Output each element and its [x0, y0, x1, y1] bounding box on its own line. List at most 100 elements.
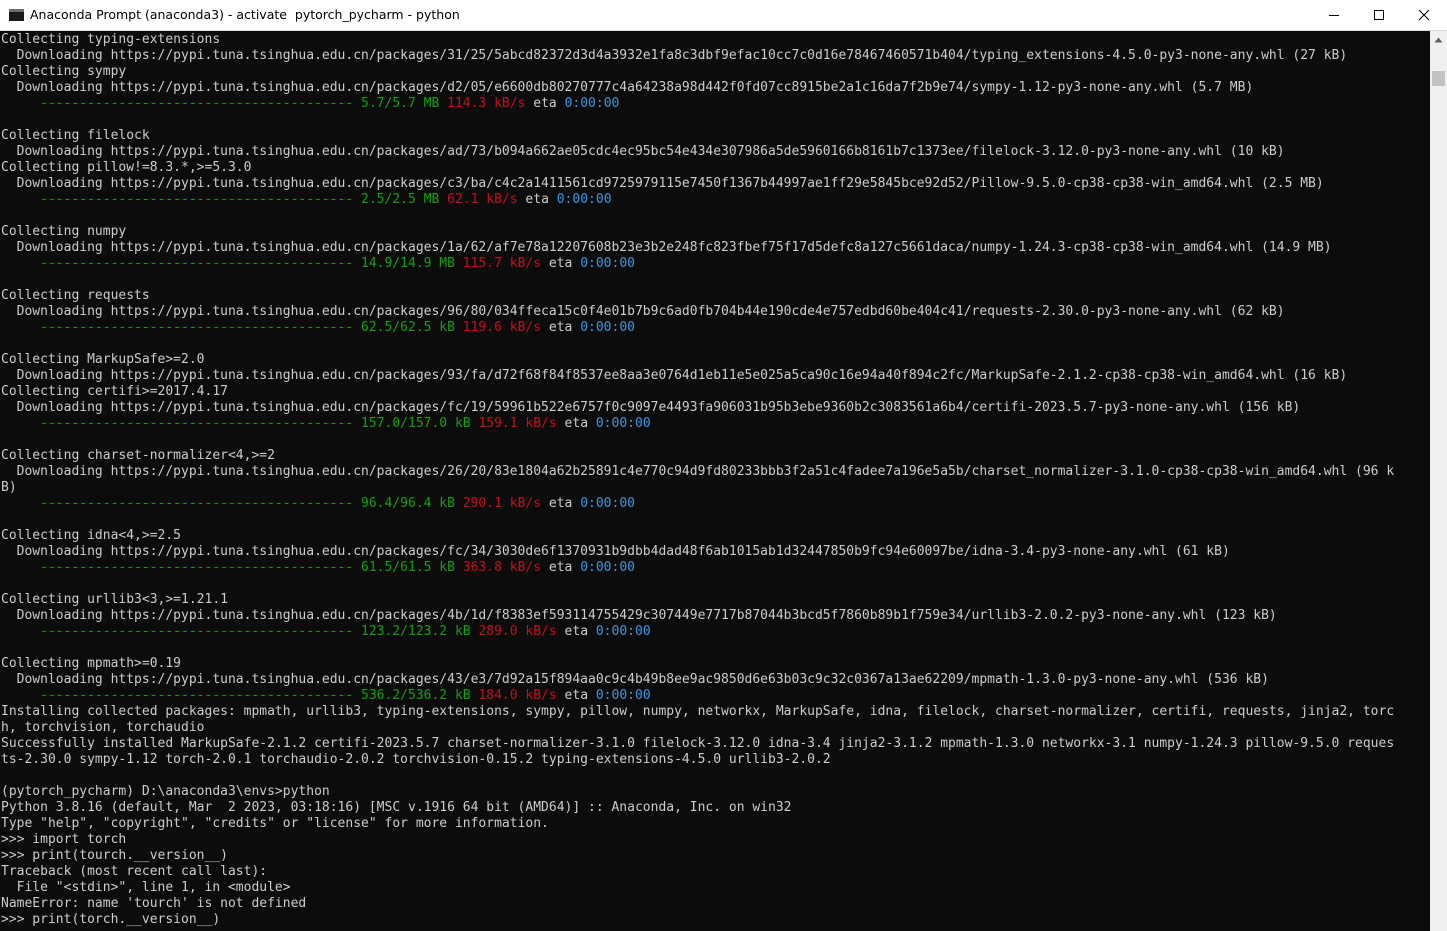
- console-line: Downloading https://pypi.tuna.tsinghua.e…: [1, 672, 1269, 687]
- window-title: Anaconda Prompt (anaconda3) - activate p…: [30, 7, 460, 22]
- console-line: Collecting sympy: [1, 64, 127, 79]
- eta-time: 0:00:00: [580, 256, 635, 271]
- console-line: Downloading https://pypi.tuna.tsinghua.e…: [1, 48, 1348, 63]
- eta-label: eta: [517, 192, 557, 207]
- progress-line: ----------------------------------------…: [1, 688, 1429, 704]
- eta-time: 0:00:00: [580, 560, 635, 575]
- console-line: Traceback (most recent call last):: [1, 864, 268, 879]
- title-bar[interactable]: Anaconda Prompt (anaconda3) - activate p…: [0, 0, 1447, 31]
- terminal-window: Anaconda Prompt (anaconda3) - activate p…: [0, 0, 1447, 931]
- download-speed: 62.1 kB/s: [447, 192, 518, 207]
- close-button[interactable]: [1401, 0, 1447, 30]
- download-size: 536.2/536.2 kB: [361, 688, 471, 703]
- console-line: Collecting charset-normalizer<4,>=2: [1, 448, 275, 463]
- console-line: >>> import torch: [1, 832, 127, 847]
- eta-time: 0:00:00: [564, 96, 620, 111]
- download-size: 62.5/62.5 kB: [361, 320, 455, 335]
- eta-label: eta: [556, 688, 596, 703]
- minimize-icon: [1329, 15, 1339, 16]
- eta-time: 0:00:00: [595, 624, 651, 639]
- scroll-up-button[interactable]: [1430, 31, 1447, 48]
- console-line: Python 3.8.16 (default, Mar 2 2023, 03:1…: [1, 800, 792, 815]
- console-line: Downloading https://pypi.tuna.tsinghua.e…: [1, 304, 1285, 319]
- console-line: Downloading https://pypi.tuna.tsinghua.e…: [1, 176, 1324, 191]
- eta-label: eta: [541, 320, 581, 335]
- progress-line: ----------------------------------------…: [1, 560, 1429, 576]
- progress-bar: ----------------------------------------: [1, 320, 362, 335]
- console-line: Downloading https://pypi.tuna.tsinghua.e…: [1, 80, 1254, 95]
- console-line: File "<stdin>", line 1, in <module>: [1, 880, 291, 895]
- scroll-thumb[interactable]: [1432, 71, 1445, 86]
- console-line: Successfully installed MarkupSafe-2.1.2 …: [1, 736, 1395, 751]
- eta-label: eta: [525, 96, 565, 111]
- download-size: 2.5/2.5 MB: [361, 192, 440, 207]
- maximize-button[interactable]: [1356, 0, 1402, 30]
- progress-line: ----------------------------------------…: [1, 320, 1429, 336]
- download-speed: 119.6 kB/s: [462, 320, 542, 335]
- console-line: B): [1, 480, 17, 495]
- console-line: Collecting urllib3<3,>=1.21.1: [1, 592, 228, 607]
- console-line: Downloading https://pypi.tuna.tsinghua.e…: [1, 544, 1230, 559]
- console-line: Collecting idna<4,>=2.5: [1, 528, 182, 543]
- eta-time: 0:00:00: [556, 192, 612, 207]
- download-size: 123.2/123.2 kB: [361, 624, 471, 639]
- minimize-button[interactable]: [1311, 0, 1357, 30]
- download-speed: 290.1 kB/s: [462, 496, 542, 511]
- console-line: Collecting certifi>=2017.4.17: [1, 384, 228, 399]
- console-line: Collecting requests: [1, 288, 150, 303]
- eta-label: eta: [541, 560, 581, 575]
- console-line: Downloading https://pypi.tuna.tsinghua.e…: [1, 144, 1285, 159]
- download-speed: 115.7 kB/s: [462, 256, 542, 271]
- console-line: Downloading https://pypi.tuna.tsinghua.e…: [1, 608, 1277, 623]
- progress-line: ----------------------------------------…: [1, 496, 1429, 512]
- progress-bar: ----------------------------------------: [1, 560, 362, 575]
- vertical-scrollbar[interactable]: [1430, 31, 1447, 931]
- download-speed: 289.0 kB/s: [478, 624, 557, 639]
- console-line: Collecting mpmath>=0.19: [1, 656, 182, 671]
- download-speed: 363.8 kB/s: [462, 560, 542, 575]
- console-line: Collecting numpy: [1, 224, 127, 239]
- console-line: >>> print(tourch.__version__): [1, 848, 228, 863]
- maximize-icon: [1374, 10, 1384, 20]
- progress-bar: ----------------------------------------: [1, 624, 362, 639]
- progress-line: ----------------------------------------…: [1, 416, 1429, 432]
- eta-label: eta: [556, 416, 596, 431]
- console-line: Type "help", "copyright", "credits" or "…: [1, 816, 549, 831]
- download-size: 157.0/157.0 kB: [361, 416, 471, 431]
- console-output[interactable]: Collecting typing-extensions Downloading…: [1, 32, 1429, 927]
- console-line: Collecting pillow!=8.3.*,>=5.3.0: [1, 160, 252, 175]
- console-line: Downloading https://pypi.tuna.tsinghua.e…: [1, 240, 1332, 255]
- progress-line: ----------------------------------------…: [1, 192, 1429, 208]
- progress-bar: ----------------------------------------: [1, 96, 362, 111]
- console-line: Downloading https://pypi.tuna.tsinghua.e…: [1, 368, 1348, 383]
- progress-bar: ----------------------------------------: [1, 192, 362, 207]
- close-icon: [1418, 9, 1430, 21]
- console-line: Collecting filelock: [1, 128, 150, 143]
- console-line: Collecting typing-extensions: [1, 32, 221, 47]
- eta-label: eta: [541, 256, 581, 271]
- eta-time: 0:00:00: [580, 496, 635, 511]
- download-size: 5.7/5.7 MB: [361, 96, 440, 111]
- download-speed: 184.0 kB/s: [478, 688, 557, 703]
- download-speed: 114.3 kB/s: [447, 96, 526, 111]
- console-app-icon: [9, 9, 24, 21]
- progress-bar: ----------------------------------------: [1, 496, 362, 511]
- console-line: ts-2.30.0 sympy-1.12 torch-2.0.1 torchau…: [1, 752, 831, 767]
- chevron-up-icon: [1434, 37, 1443, 42]
- progress-bar: ----------------------------------------: [1, 688, 362, 703]
- eta-label: eta: [556, 624, 596, 639]
- progress-bar: ----------------------------------------: [1, 416, 362, 431]
- progress-line: ----------------------------------------…: [1, 256, 1429, 272]
- console-line: h, torchvision, torchaudio: [1, 720, 205, 735]
